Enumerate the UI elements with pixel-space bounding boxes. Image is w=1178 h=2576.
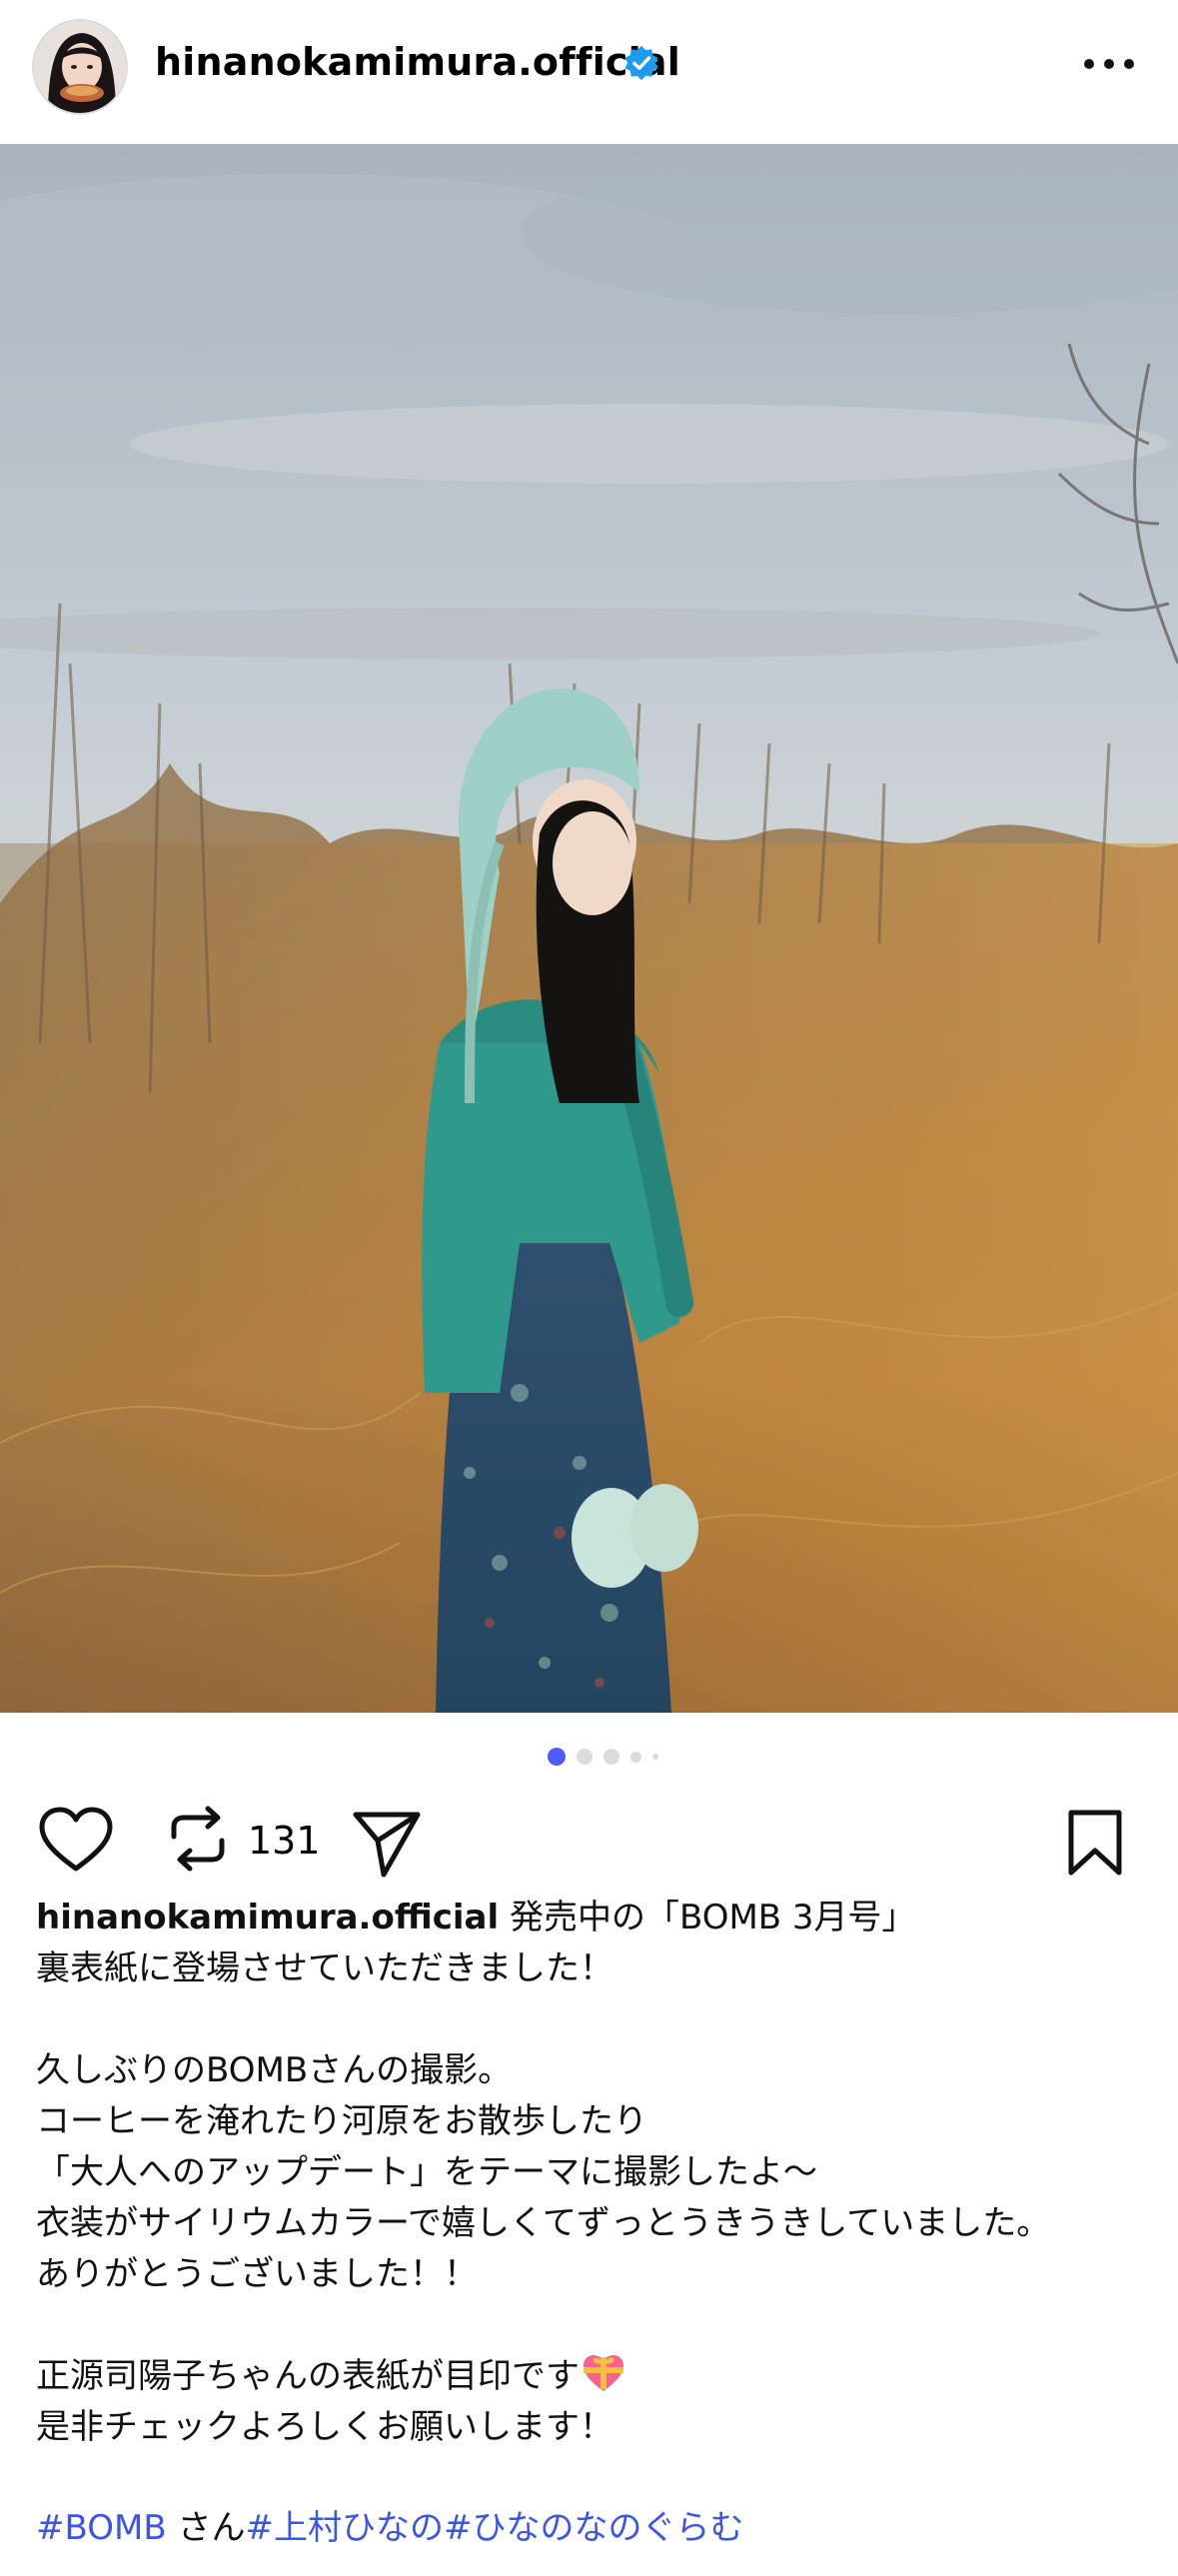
caption-line: 久しぶりのBOMBさんの撮影。 xyxy=(36,2050,513,2090)
repost-count: 131 xyxy=(248,1819,321,1863)
bookmark-icon[interactable] xyxy=(1059,1805,1139,1885)
post-header: hinanokamimura.official xyxy=(0,0,1178,144)
carousel-dot xyxy=(630,1751,641,1763)
heart-with-ribbon-icon xyxy=(584,2355,623,2391)
hashtag-bomb[interactable]: #BOMB xyxy=(36,2508,167,2548)
carousel-indicator xyxy=(548,1747,658,1767)
caption-line: 裏表紙に登場させていただきました！ xyxy=(36,1948,613,1988)
more-options-icon[interactable] xyxy=(1081,52,1137,76)
send-icon[interactable] xyxy=(348,1805,428,1885)
caption-blank-line xyxy=(36,1994,1155,2045)
post-caption: hinanokamimura.official 発売中の「BOMB 3月号」 裏… xyxy=(36,1893,1155,2453)
heart-icon[interactable] xyxy=(36,1803,116,1883)
post-photo[interactable] xyxy=(0,144,1178,1713)
caption-blank-line xyxy=(36,2300,1155,2351)
caption-line: ありがとうございました！！ xyxy=(36,2254,478,2294)
carousel-dot xyxy=(603,1749,619,1765)
caption-line: 是非チェックよろしくお願いします！ xyxy=(36,2407,613,2447)
carousel-dot xyxy=(577,1749,592,1765)
caption-line: 衣装がサイリウムカラーで嬉しくてずっとうきうきしていました。 xyxy=(36,2203,1051,2243)
hashtag-kamimura-hinano[interactable]: #上村ひなの xyxy=(245,2508,444,2548)
verified-badge-icon xyxy=(624,45,658,81)
caption-line-with-emoji: 正源司陽子ちゃんの表紙が目印です xyxy=(36,2351,1155,2402)
hashtag-line: #BOMB さん#上村ひなの#ひなのなのぐらむ xyxy=(36,2503,743,2554)
caption-line: コーヒーを淹れたり河原をお散歩したり xyxy=(36,2101,647,2141)
avatar[interactable] xyxy=(32,19,128,115)
caption-author[interactable]: hinanokamimura.official xyxy=(36,1898,499,1937)
carousel-dot-active xyxy=(548,1748,566,1766)
carousel-dot xyxy=(652,1754,658,1760)
action-bar: 131 xyxy=(0,1799,1178,1881)
hashtag-separator: さん xyxy=(166,2508,246,2548)
post-username[interactable]: hinanokamimura.official xyxy=(155,40,680,84)
caption-line: 「大人へのアップデート」をテーマに撮影したよ〜 xyxy=(36,2152,817,2192)
hashtag-hinanonanogram[interactable]: #ひなのなのぐらむ xyxy=(444,2508,744,2548)
caption-line-1: hinanokamimura.official 発売中の「BOMB 3月号」 xyxy=(36,1898,916,1937)
repost-icon[interactable] xyxy=(160,1801,240,1881)
